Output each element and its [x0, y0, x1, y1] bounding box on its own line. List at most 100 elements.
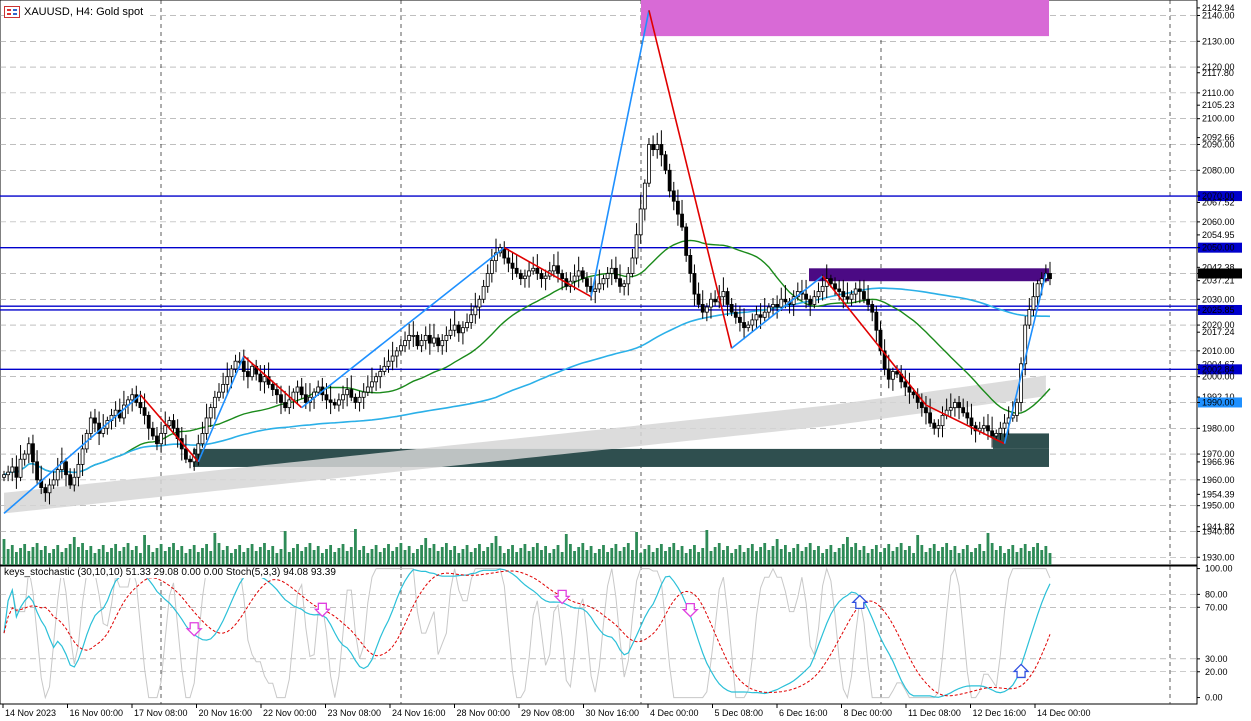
candle-body: [704, 306, 709, 313]
volume-bar: [337, 548, 341, 565]
price-tick-label: 1966.96: [1202, 457, 1235, 467]
candle-body: [423, 334, 428, 341]
price-tick-label: 1930.00: [1202, 552, 1235, 562]
volume-bar: [622, 547, 626, 565]
volume-bar: [730, 553, 734, 565]
candle-body: [655, 144, 660, 151]
volume-bar: [213, 533, 217, 565]
candle-body: [518, 273, 523, 280]
time-tick-label: 11 Dec 08:00: [908, 708, 961, 718]
time-tick-label: 23 Nov 08:00: [328, 708, 382, 718]
volume-bar: [664, 551, 667, 565]
volume-bar: [399, 543, 403, 565]
volume-bar: [362, 546, 366, 565]
time-tick-label: 6 Dec 16:00: [779, 708, 828, 718]
candle-body: [171, 420, 176, 429]
volume-bar: [511, 545, 514, 565]
volume-bar: [1007, 549, 1011, 565]
candle-body: [357, 396, 362, 403]
volume-bar: [151, 552, 155, 565]
candle-body: [1002, 422, 1007, 429]
volume-bar: [486, 547, 490, 565]
volume-bar: [850, 547, 853, 565]
volume-bar: [118, 551, 122, 565]
price-tick-label: 2100.00: [1202, 114, 1235, 124]
volume-bar: [271, 546, 275, 565]
candle-body: [676, 200, 680, 215]
price-tick-label: 1950.00: [1202, 501, 1235, 511]
price-tick-label: 2090.00: [1202, 139, 1235, 149]
volume-bar: [854, 543, 858, 565]
volume-bar: [482, 551, 485, 565]
candle-body: [994, 433, 999, 437]
candle-body: [857, 288, 862, 292]
volume-bar: [110, 548, 113, 565]
volume-bar: [573, 551, 576, 565]
candle-body: [80, 448, 85, 465]
candle-body: [746, 324, 751, 329]
volume-bar: [978, 544, 982, 565]
supply-zone: [809, 268, 1049, 282]
volume-bar: [639, 553, 643, 565]
volume-bar: [833, 552, 837, 565]
candle-body: [489, 260, 494, 274]
volume-bar: [916, 535, 920, 565]
chart-canvas[interactable]: 2142.942140.002130.002120.002117.802110.…: [0, 0, 1251, 721]
candle-body: [1027, 309, 1032, 326]
candle-body: [159, 433, 164, 445]
candle-body: [609, 267, 614, 274]
time-tick-label: 4 Dec 00:00: [650, 708, 699, 718]
volume-bar: [994, 550, 998, 565]
candle-body: [853, 288, 858, 295]
time-axis: 14 Nov 2023 16 Nov 00:00 17 Nov 08:00 20 No…: [2, 704, 1091, 718]
volume-bar: [19, 548, 22, 565]
volume-bar: [581, 543, 585, 565]
price-tick-label: 2030.00: [1202, 294, 1235, 304]
candle-body: [948, 407, 953, 411]
chart-window-icon[interactable]: [4, 6, 20, 18]
volume-bar: [635, 532, 638, 565]
candle-body: [345, 389, 350, 396]
candle-body: [26, 443, 31, 455]
volume-bar: [585, 550, 589, 565]
chart-window[interactable]: 2142.94 2140.00 2130.00 2120.00 2117.80 2110.…: [0, 0, 1251, 721]
volume-bar: [64, 548, 68, 565]
volume-bar: [407, 546, 411, 565]
candle-body: [642, 182, 647, 210]
candle-body: [200, 433, 205, 445]
volume-bar: [945, 543, 949, 565]
candle-body: [551, 265, 556, 272]
price-tick-label: 2054.95: [1202, 230, 1235, 240]
candle-body: [924, 407, 928, 414]
volume-bar: [887, 544, 891, 565]
volume-bar: [631, 550, 634, 565]
volume-bar: [800, 551, 804, 565]
candle-body: [932, 422, 937, 429]
time-tick-label: 5 Dec 08:00: [715, 708, 764, 718]
price-tick-label: 2060.00: [1202, 217, 1235, 227]
stochastic-pane: [0, 565, 1198, 705]
candle-body: [374, 376, 378, 383]
volume-bar: [461, 549, 465, 565]
candle-body: [316, 386, 321, 393]
candle-body: [580, 270, 585, 280]
volume-bar: [296, 544, 299, 565]
candle-body: [911, 391, 916, 396]
volume-bar: [457, 553, 461, 565]
volume-bar: [792, 548, 796, 565]
candle-body: [928, 412, 933, 424]
volume-bar: [610, 548, 614, 565]
candle-body: [634, 234, 639, 259]
price-tick-label: 2050.00: [1202, 243, 1235, 253]
candle-body: [440, 340, 445, 347]
volume-bar: [358, 550, 361, 565]
volume-bar: [742, 552, 746, 565]
volume-bar: [77, 547, 80, 565]
volume-bar: [395, 547, 399, 565]
price-tick-label: 2010.00: [1202, 346, 1235, 356]
candle-body: [572, 275, 577, 282]
candle-body: [155, 435, 159, 445]
volume-bar: [176, 550, 180, 565]
volume-bar: [300, 551, 304, 565]
candle-body: [485, 273, 490, 287]
